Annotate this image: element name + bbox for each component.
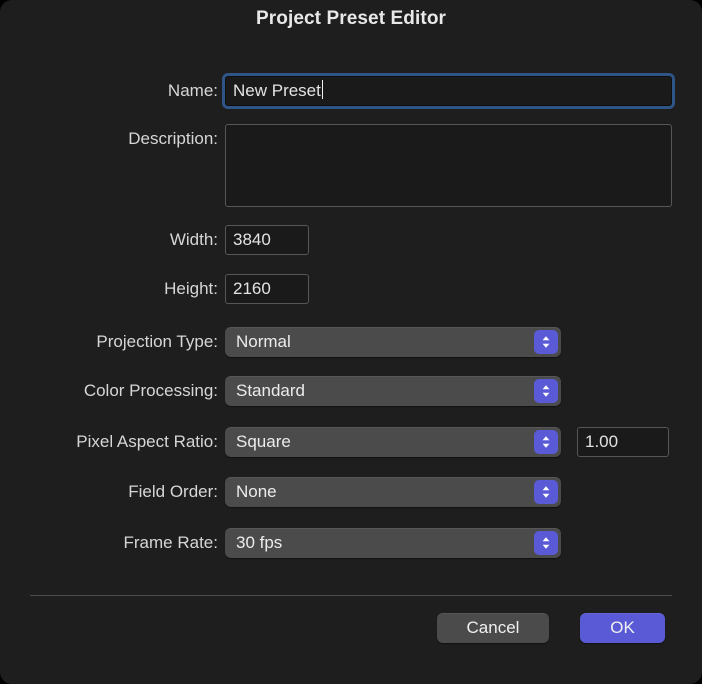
project-preset-editor-dialog: Project Preset Editor Name: New Preset D…: [0, 0, 702, 684]
chevron-up-down-icon: [534, 379, 558, 403]
name-input[interactable]: New Preset: [225, 76, 672, 106]
projection-type-select[interactable]: Normal: [225, 327, 561, 357]
frame-rate-value: 30 fps: [236, 533, 282, 552]
width-label: Width:: [0, 225, 218, 255]
text-caret: [322, 80, 323, 99]
pixel-aspect-ratio-label: Pixel Aspect Ratio:: [0, 427, 218, 457]
height-input-value: 2160: [233, 279, 271, 298]
name-label: Name:: [0, 76, 218, 106]
frame-rate-select[interactable]: 30 fps: [225, 528, 561, 558]
width-input[interactable]: 3840: [225, 225, 309, 255]
color-processing-label: Color Processing:: [0, 376, 218, 406]
form-row-name: Name: New Preset: [0, 76, 702, 106]
field-order-value: None: [236, 482, 277, 501]
width-input-value: 3840: [233, 230, 271, 249]
chevron-up-down-icon: [534, 480, 558, 504]
chevron-up-down-icon: [534, 430, 558, 454]
pixel-aspect-ratio-input[interactable]: 1.00: [577, 427, 669, 457]
form-row-description: Description:: [0, 124, 702, 207]
form-row-field-order: Field Order: None: [0, 477, 702, 507]
form-row-frame-rate: Frame Rate: 30 fps: [0, 528, 702, 558]
chevron-up-down-icon: [534, 531, 558, 555]
color-processing-select[interactable]: Standard: [225, 376, 561, 406]
dialog-title: Project Preset Editor: [0, 8, 702, 30]
description-input[interactable]: [225, 124, 672, 207]
form-row-pixel-aspect-ratio: Pixel Aspect Ratio: Square 1.00: [0, 427, 702, 457]
pixel-aspect-ratio-select[interactable]: Square: [225, 427, 561, 457]
height-input[interactable]: 2160: [225, 274, 309, 304]
cancel-button[interactable]: Cancel: [437, 613, 549, 643]
form-row-height: Height: 2160: [0, 274, 702, 304]
ok-button[interactable]: OK: [580, 613, 665, 643]
footer-divider: [30, 595, 672, 596]
projection-type-label: Projection Type:: [0, 327, 218, 357]
projection-type-value: Normal: [236, 332, 291, 351]
pixel-aspect-ratio-numeric-value: 1.00: [585, 432, 618, 451]
description-label: Description:: [0, 124, 218, 154]
frame-rate-label: Frame Rate:: [0, 528, 218, 558]
form-row-projection-type: Projection Type: Normal: [0, 327, 702, 357]
pixel-aspect-ratio-value: Square: [236, 432, 291, 451]
field-order-select[interactable]: None: [225, 477, 561, 507]
chevron-up-down-icon: [534, 330, 558, 354]
field-order-label: Field Order:: [0, 477, 218, 507]
form-row-width: Width: 3840: [0, 225, 702, 255]
color-processing-value: Standard: [236, 381, 305, 400]
form-row-color-processing: Color Processing: Standard: [0, 376, 702, 406]
name-input-value: New Preset: [233, 81, 321, 100]
height-label: Height:: [0, 274, 218, 304]
